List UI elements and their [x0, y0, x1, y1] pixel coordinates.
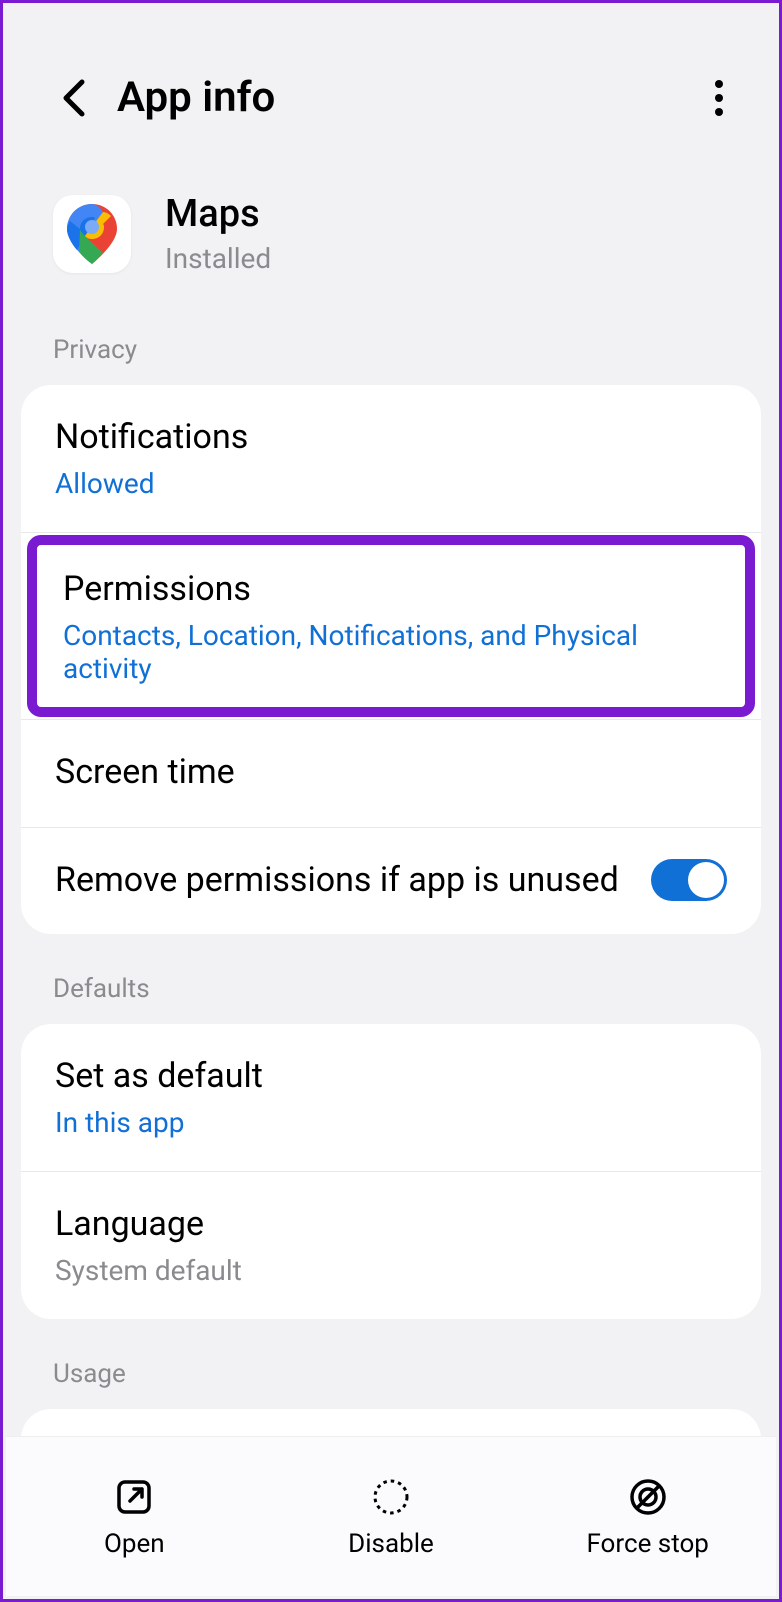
section-label-privacy: Privacy — [3, 315, 779, 385]
app-icon-maps — [53, 195, 131, 273]
app-info-text: Maps Installed — [165, 192, 271, 275]
app-header: Maps Installed — [3, 152, 779, 315]
disable-icon — [369, 1475, 413, 1519]
remove-permissions-toggle[interactable] — [651, 859, 727, 901]
disable-button[interactable]: Disable — [263, 1475, 520, 1559]
row-notifications[interactable]: Notifications Allowed — [21, 385, 761, 533]
row-permissions[interactable]: Permissions Contacts, Location, Notifica… — [27, 535, 755, 717]
open-label: Open — [104, 1529, 165, 1559]
force-stop-button[interactable]: Force stop — [519, 1475, 776, 1559]
force-stop-icon — [626, 1475, 670, 1519]
open-button[interactable]: Open — [6, 1475, 263, 1559]
bottom-bar: Open Disable Force stop — [6, 1436, 776, 1596]
section-label-usage: Usage — [3, 1319, 779, 1409]
set-default-title: Set as default — [55, 1054, 727, 1098]
language-title: Language — [55, 1202, 727, 1246]
more-button[interactable] — [699, 78, 739, 118]
permissions-value: Contacts, Location, Notifications, and P… — [63, 619, 719, 685]
defaults-card: Set as default In this app Language Syst… — [21, 1024, 761, 1319]
privacy-card: Notifications Allowed Permissions Contac… — [21, 385, 761, 934]
remove-permissions-title: Remove permissions if app is unused — [55, 858, 651, 902]
row-remove-permissions[interactable]: Remove permissions if app is unused — [21, 828, 761, 934]
screen-time-title: Screen time — [55, 750, 727, 794]
force-stop-label: Force stop — [586, 1529, 708, 1559]
row-set-default[interactable]: Set as default In this app — [21, 1024, 761, 1172]
page-title: App info — [117, 73, 699, 122]
language-value: System default — [55, 1254, 727, 1287]
section-label-defaults: Defaults — [3, 934, 779, 1024]
permissions-title: Permissions — [63, 567, 719, 611]
row-screen-time[interactable]: Screen time — [21, 720, 761, 827]
app-status: Installed — [165, 242, 271, 275]
app-name: Maps — [165, 192, 271, 236]
open-icon — [112, 1475, 156, 1519]
row-language[interactable]: Language System default — [21, 1172, 761, 1319]
more-vert-icon — [714, 78, 724, 118]
set-default-value: In this app — [55, 1106, 727, 1139]
header-bar: App info — [3, 3, 779, 152]
back-button[interactable] — [53, 78, 93, 118]
notifications-title: Notifications — [55, 415, 727, 459]
disable-label: Disable — [348, 1529, 434, 1559]
notifications-value: Allowed — [55, 467, 727, 500]
chevron-left-icon — [60, 78, 86, 118]
maps-pin-icon — [67, 204, 117, 264]
row-permissions-wrapper: Permissions Contacts, Location, Notifica… — [21, 533, 761, 720]
